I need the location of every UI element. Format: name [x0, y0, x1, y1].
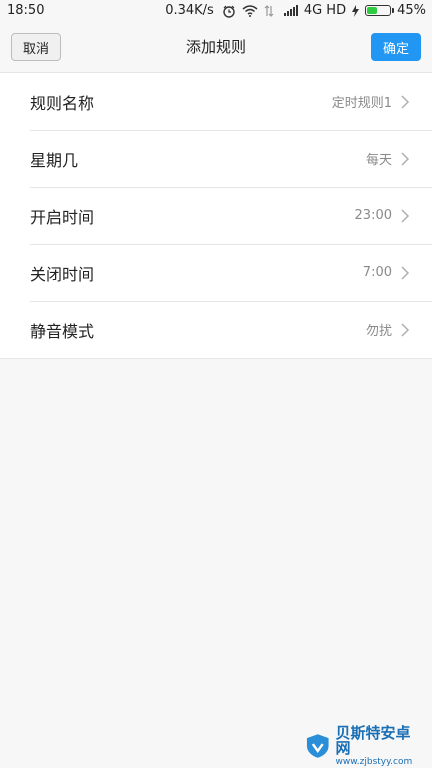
shield-logo-icon	[306, 734, 329, 758]
page-title: 添加规则	[185, 38, 246, 56]
chevron-right-icon	[401, 265, 410, 280]
row-start-time[interactable]: 开启时间 23:00	[0, 187, 432, 244]
watermark-url: www.zjbstyy.com	[335, 756, 413, 767]
row-value: 每天	[365, 153, 392, 168]
status-indicators: 0.34K/s 4G HD 45%	[165, 3, 426, 18]
chevron-right-icon	[401, 322, 410, 337]
row-end-time[interactable]: 关闭时间 7:00	[0, 244, 432, 301]
row-label: 规则名称	[30, 93, 95, 113]
chevron-right-icon	[401, 208, 410, 223]
wifi-icon	[242, 4, 258, 17]
net-speed: 0.34K/s	[165, 3, 214, 18]
battery-percent: 45%	[397, 3, 426, 18]
row-label: 关闭时间	[30, 264, 95, 284]
chevron-right-icon	[401, 94, 410, 109]
confirm-button[interactable]: 确定	[371, 33, 421, 61]
rule-settings-list: 规则名称 定时规则1 星期几 每天 开启时间 23:00 关闭时间 7:00 静…	[0, 72, 432, 359]
row-value: 定时规则1	[331, 96, 392, 111]
watermark-title: 贝斯特安卓网	[335, 723, 411, 757]
chevron-right-icon	[401, 151, 410, 166]
row-value: 23:00	[354, 208, 392, 223]
data-arrows-icon	[264, 4, 278, 17]
row-silent-mode[interactable]: 静音模式 勿扰	[0, 301, 432, 358]
alarm-icon	[222, 5, 236, 18]
watermark: 贝斯特安卓网 www.zjbstyy.com	[304, 723, 424, 767]
status-time: 18:50	[7, 3, 45, 18]
battery-icon	[365, 5, 395, 16]
status-bar: 18:50 0.34K/s 4G HD 45%	[0, 0, 432, 22]
header-bar: 取消 添加规则 确定	[0, 22, 432, 70]
row-label: 星期几	[30, 150, 79, 170]
bolt-icon	[352, 4, 360, 17]
row-weekday[interactable]: 星期几 每天	[0, 130, 432, 187]
row-value: 7:00	[362, 265, 392, 280]
row-value: 勿扰	[365, 324, 392, 339]
network-type: 4G HD	[303, 3, 347, 18]
battery-level-fill	[367, 7, 377, 14]
row-label: 静音模式	[30, 321, 95, 341]
signal-icon	[283, 5, 298, 16]
row-rule-name[interactable]: 规则名称 定时规则1	[0, 73, 432, 130]
row-label: 开启时间	[30, 207, 95, 227]
